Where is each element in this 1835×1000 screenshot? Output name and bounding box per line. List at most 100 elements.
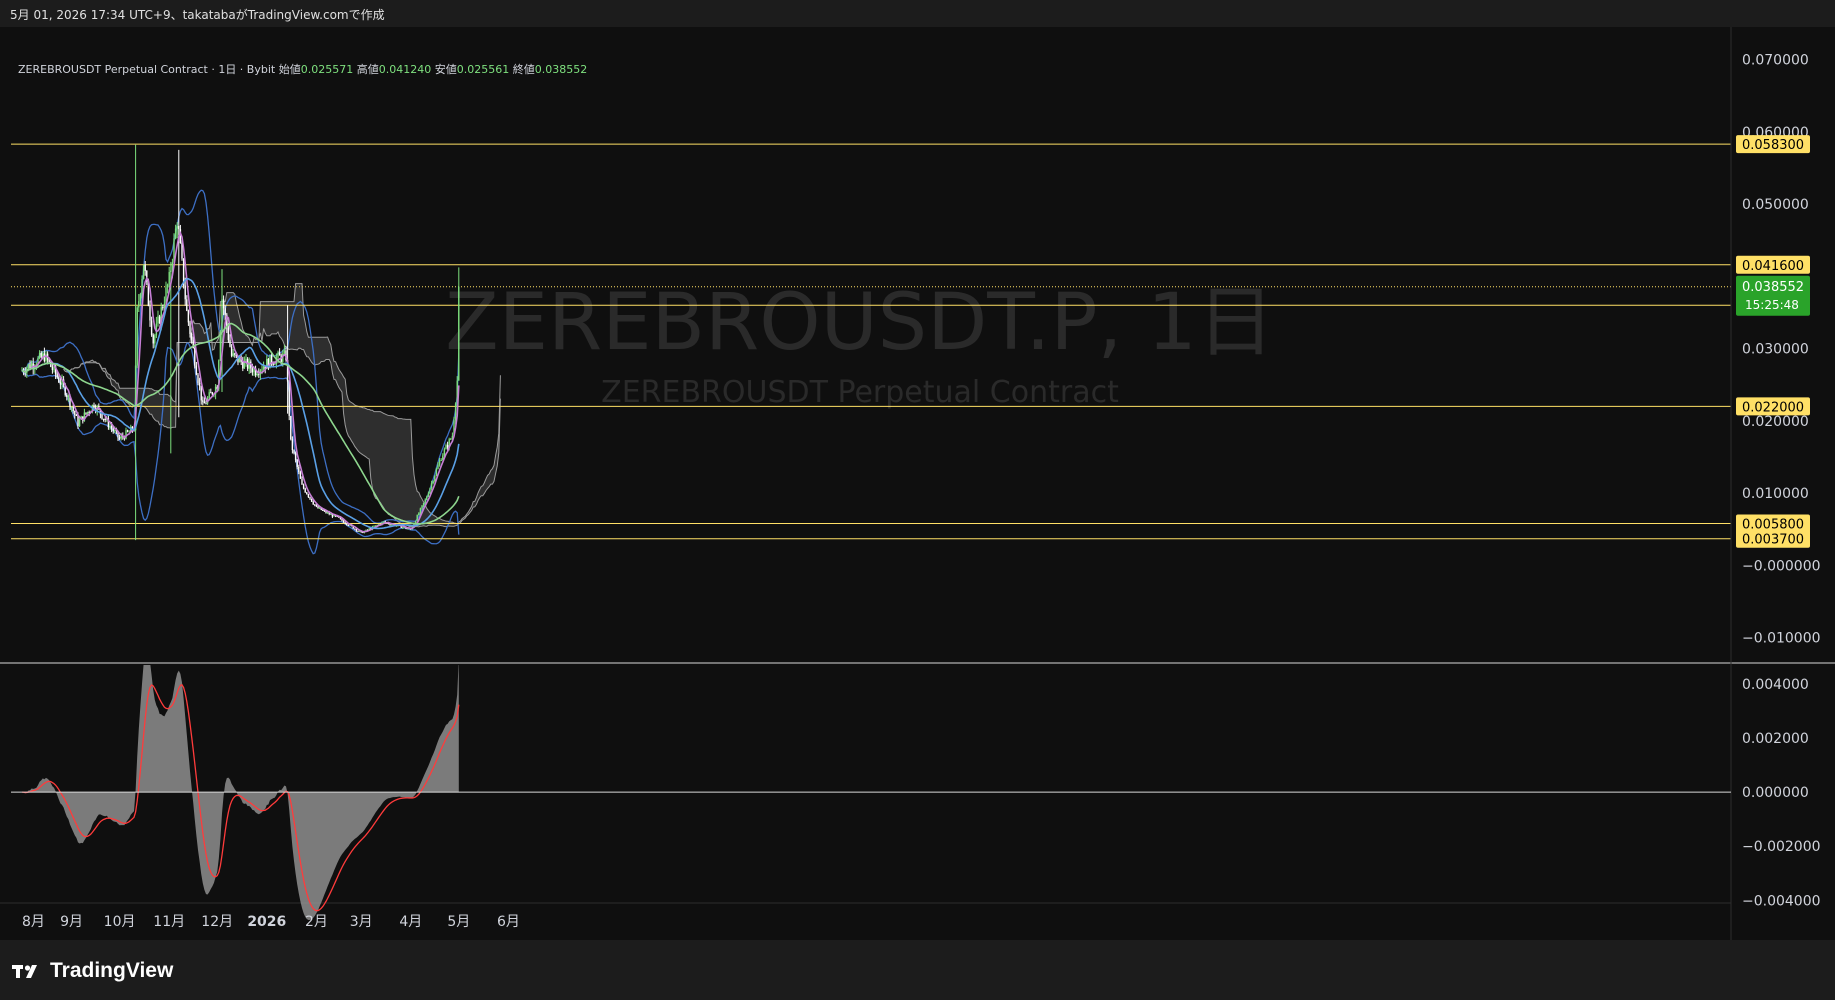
candle-body [93,404,95,409]
candle-body [40,352,42,358]
oscillator-tick-label: −0.002000 [1742,839,1821,855]
candle-body [101,414,103,419]
oscillator-axis[interactable]: 0.004000 0.002000 0.000000 −0.002000 −0.0040… [1742,677,1821,909]
candle-body [342,520,345,523]
time-tick-label: 2月 [305,914,328,930]
candle-body [309,496,311,499]
close-label: 終値 [512,63,535,76]
candle-body [141,278,143,295]
oscillator-tick-label: 0.002000 [1742,731,1809,747]
candle-body [261,369,263,371]
candle-body [314,504,316,506]
time-tick-label: 9月 [60,914,83,930]
time-tick-label: 4月 [399,914,422,930]
chart-frame[interactable]: ZEREBROUSDT.P, 1日 ZEREBROUSDT Perpetual … [0,27,1835,940]
open-label: 始値 [278,63,301,76]
candle-body [443,449,446,456]
price-tick-label: −0.000000 [1742,558,1821,574]
candle-body [184,285,186,300]
tradingview-logo-icon [12,965,37,978]
candle-body [136,307,138,366]
candle-body [154,335,156,344]
candle-body [86,411,89,414]
high-value: 0.041240 [378,63,432,76]
candle-body [262,366,265,370]
candle-body [357,530,359,532]
candle-body [424,499,426,503]
candle-body [149,306,151,321]
candle-body [78,419,81,427]
candle-body [190,333,193,340]
candle-body [278,352,281,356]
close-value: 0.038552 [534,63,588,76]
candle-body [298,466,300,473]
candle-body [248,361,250,369]
candle-body [45,353,47,362]
candle-body [197,374,199,383]
candle-body [189,322,191,334]
candle-body [291,439,294,451]
candle-body [299,472,302,479]
candle-body [138,301,140,308]
candle-body [70,406,73,408]
candle-body [200,385,202,401]
candle-body [120,435,122,439]
time-tick-label: 10月 [104,914,136,930]
time-tick-label: 2026 [247,914,286,930]
candle-body [203,401,206,404]
candle-body [230,346,233,356]
candle-body [227,327,230,340]
low-value: 0.025561 [456,63,510,76]
candle-body [194,347,196,366]
last-price-label: 0.038552 [1742,280,1804,295]
chart-canvas[interactable]: ZEREBROUSDT.P, 1日 ZEREBROUSDT Perpetual … [0,27,1835,940]
footer: TradingView [0,940,1835,1000]
candle-body [168,272,170,285]
time-axis[interactable]: 8月 9月 10月 11月 12月 2026 2月 3月 4月 5月 6月 [22,914,520,930]
candle-body [150,320,153,335]
price-tick-label: 0.030000 [1742,342,1809,358]
candle-body [421,505,423,509]
candle-body [422,502,425,506]
candle-body [283,350,286,354]
oscillator-tick-label: −0.004000 [1742,893,1821,909]
candle-body [330,513,332,515]
candle-body [307,494,310,497]
candle-body [315,505,318,507]
candle-body [419,508,422,514]
candle-body [157,316,159,324]
candle-body [430,482,433,489]
candle-body [202,400,204,402]
candle-body [112,428,114,431]
oscillator-tick-label: 0.004000 [1742,677,1809,693]
candle-body [445,445,447,450]
candle-body [426,496,428,500]
candle-body [221,299,223,333]
candle-body [66,394,68,397]
candle-body [450,438,452,440]
candle-body [174,228,177,239]
brand-name: TradingView [50,959,174,982]
candle-body [458,286,460,381]
candle-body [208,392,210,398]
candle-body [346,523,348,525]
time-tick-label: 6月 [497,914,520,930]
candle-body [38,352,41,358]
candle-body [178,225,180,230]
candle-body [288,381,290,416]
tradingview-brand[interactable]: TradingView [12,959,173,983]
candle-body [435,469,438,476]
candle-body [296,459,298,467]
candle-body [219,332,222,361]
candle-body [427,493,430,497]
price-tick-label: −0.010000 [1742,631,1821,647]
price-tick-label: 0.010000 [1742,486,1809,502]
candle-body [158,316,161,323]
low-label: 安値 [434,63,457,76]
candle-body [102,418,105,420]
candle-body [238,357,241,363]
candle-body [354,528,356,530]
candle-body [277,352,279,358]
candle-body [187,310,190,323]
candle-body [318,507,321,509]
